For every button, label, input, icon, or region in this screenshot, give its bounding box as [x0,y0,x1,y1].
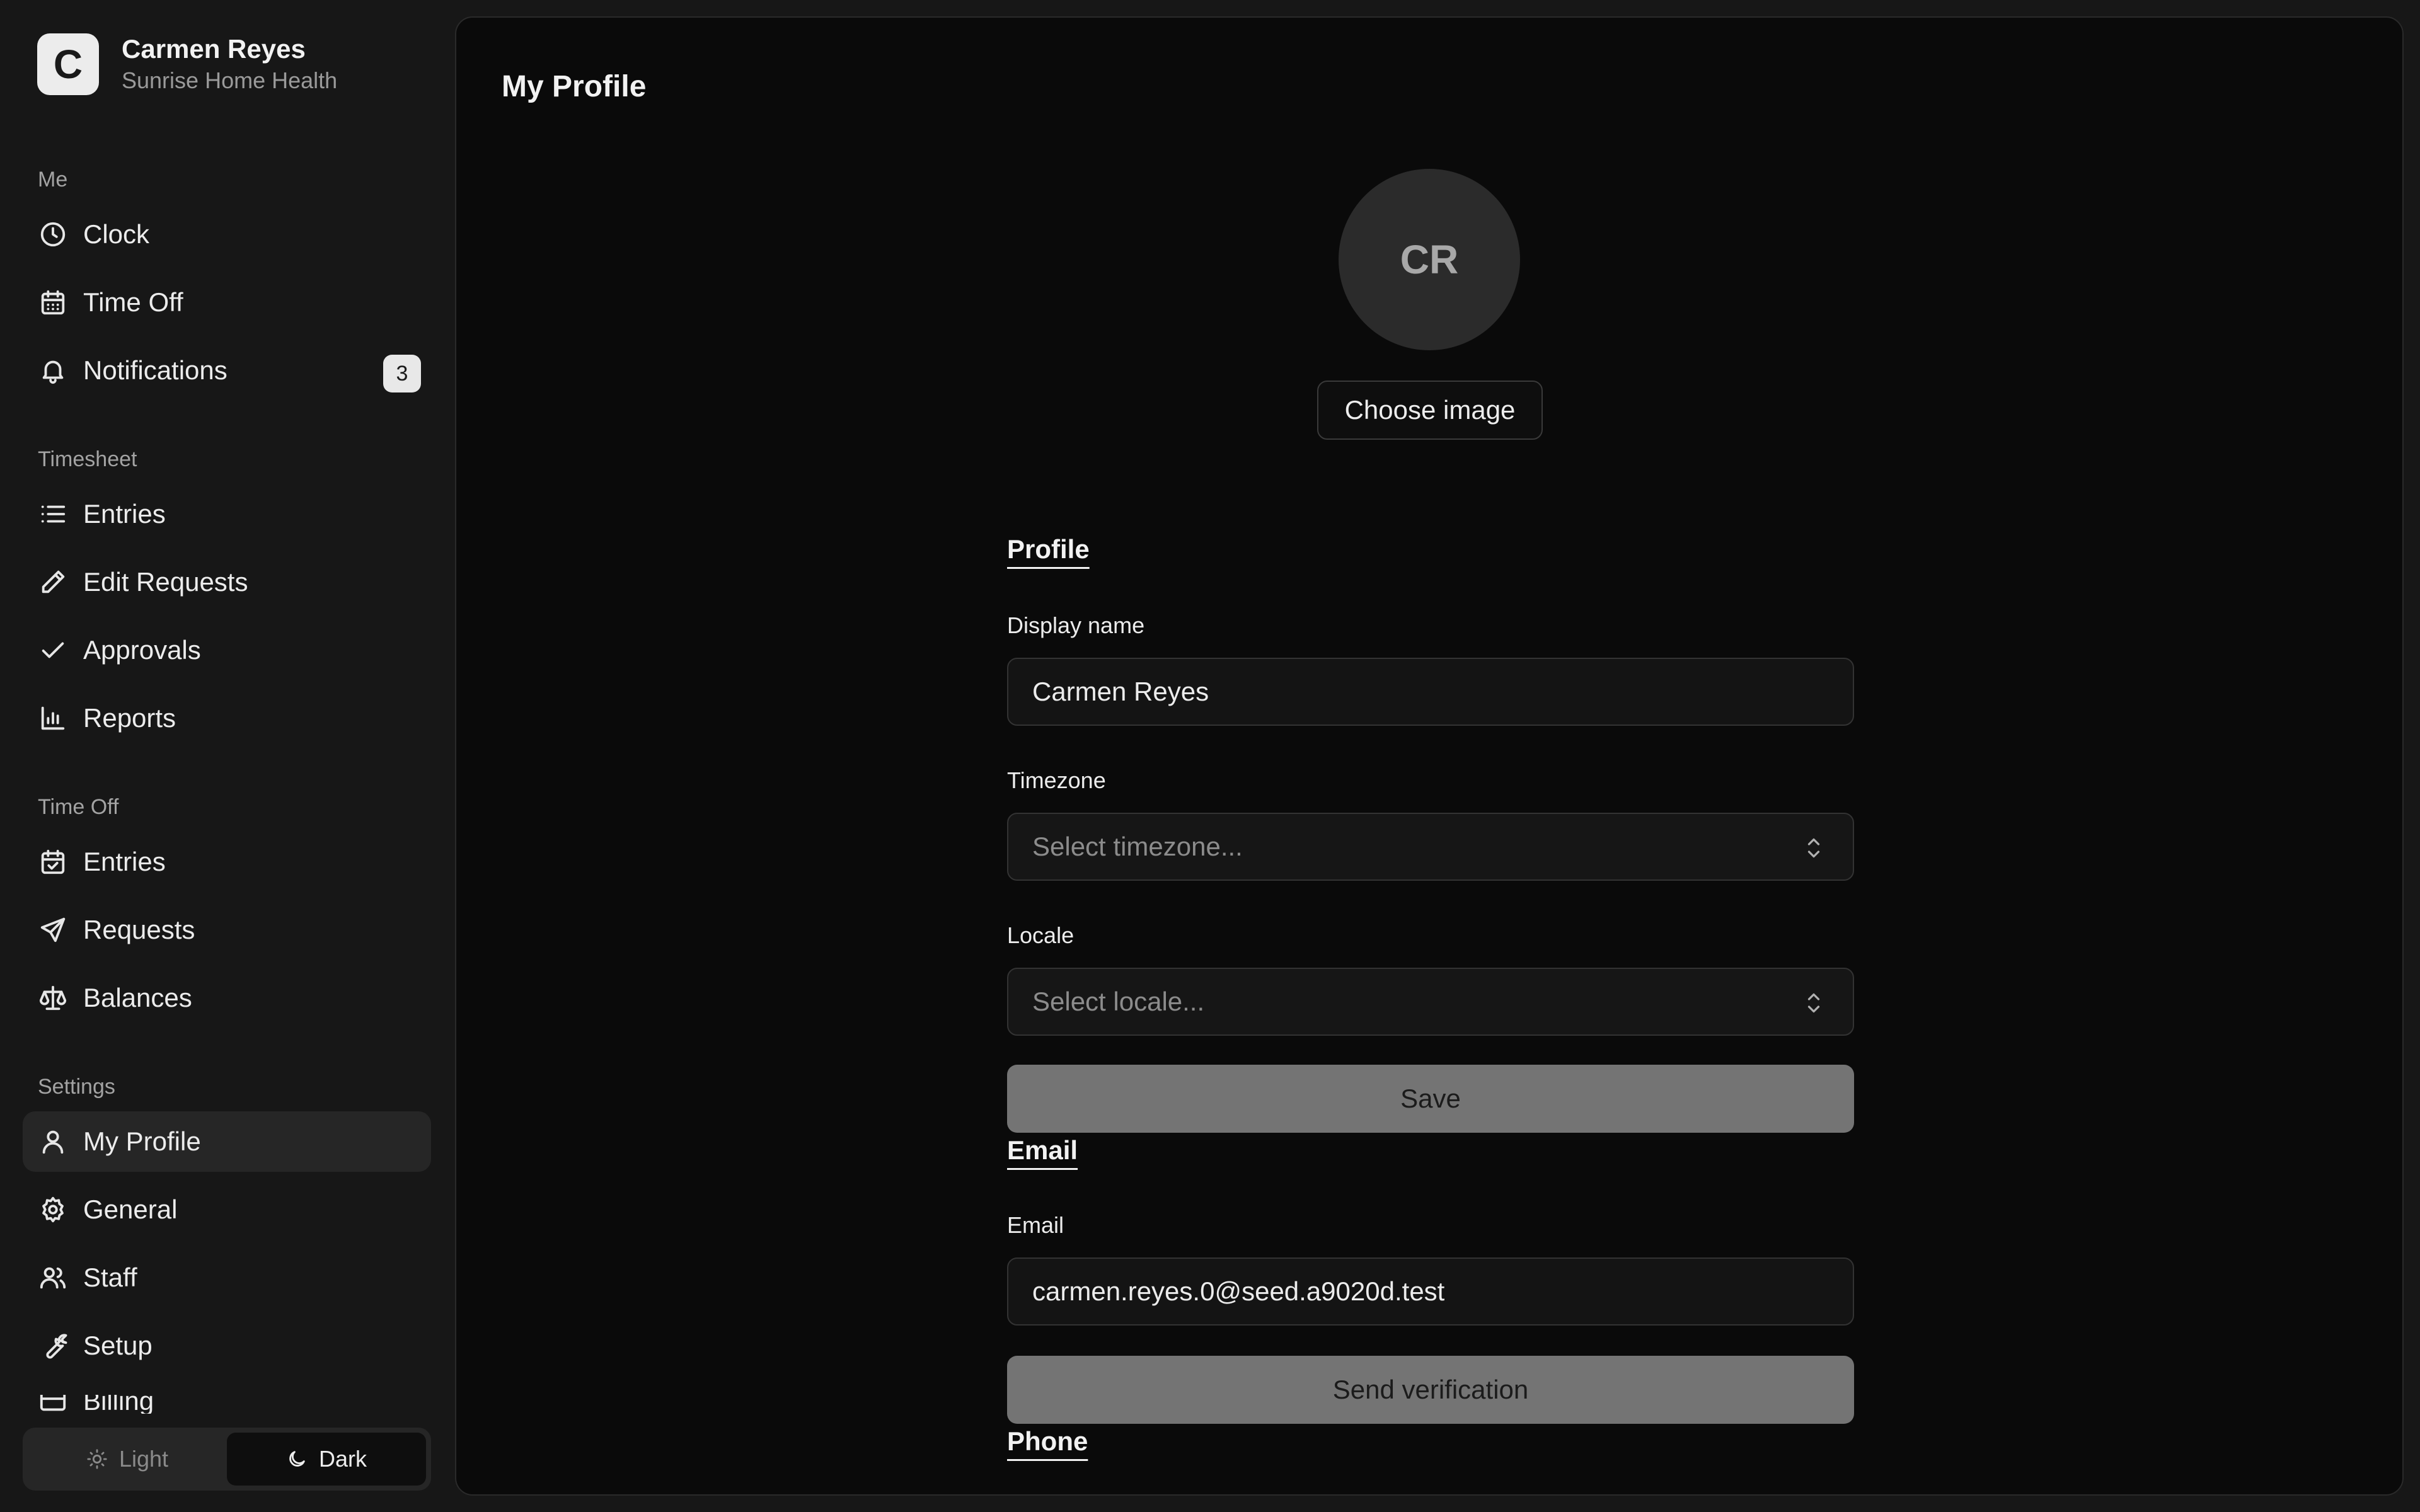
sidebar-item-label: Approvals [83,635,201,665]
organization-name: Sunrise Home Health [122,67,338,93]
sidebar-item-time-off[interactable]: Time Off [23,272,431,333]
section-title-settings: Settings [38,1075,115,1099]
sidebar-item-label: Time Off [83,287,183,317]
locale-placeholder: Select locale... [1032,987,1205,1016]
sidebar-item-label: Setup [83,1331,153,1360]
sidebar-item-setup[interactable]: Setup [23,1315,431,1376]
pencil-icon [38,567,68,597]
section-title-time-off: Time Off [38,795,119,819]
sidebar-item-my-profile[interactable]: My Profile [23,1111,431,1172]
sidebar-item-clock[interactable]: Clock [23,204,431,265]
send-icon [38,915,68,945]
theme-light-label: Light [118,1446,169,1472]
phone-section-heading: Phone [1007,1426,1088,1456]
bar-chart-icon [38,703,68,733]
sidebar-item-label: Clock [83,219,150,249]
notifications-count-badge: 3 [383,355,421,392]
sidebar-item-label: Staff [83,1263,137,1292]
section-title-me: Me [38,168,68,192]
profile-section-heading: Profile [1007,534,1090,564]
sidebar-item-edit-requests[interactable]: Edit Requests [23,552,431,612]
timezone-select[interactable]: Select timezone... [1007,813,1854,881]
theme-dark-option[interactable]: Dark [227,1433,426,1486]
wrench-icon [38,1331,68,1361]
display-name-field[interactable]: Carmen Reyes [1007,658,1854,726]
email-field[interactable]: carmen.reyes.0@seed.a9020d.test [1007,1257,1854,1326]
sidebar-scroll-clip: Billing [0,1395,455,1414]
sidebar-item-approvals[interactable]: Approvals [23,620,431,680]
timezone-placeholder: Select timezone... [1032,832,1243,861]
calendar-check-icon [38,847,68,877]
org-text: Carmen Reyes Sunrise Home Health [122,33,337,96]
email-section-heading: Email [1007,1135,1078,1165]
bell-icon [38,355,68,386]
moon-icon [289,1451,305,1467]
sidebar-item-label: Billing [83,1395,154,1414]
sidebar-item-reports[interactable]: Reports [23,688,431,748]
send-verification-button[interactable]: Send verification [1007,1356,1854,1424]
check-icon [38,635,68,665]
list-icon [38,499,68,529]
sidebar-item-time-off-entries[interactable]: Entries [23,832,431,892]
theme-dark-label: Dark [318,1446,367,1472]
sidebar-item-label: Entries [83,499,166,529]
sidebar-item-label: Requests [83,915,195,944]
save-button[interactable]: Save [1007,1065,1854,1133]
avatar: CR [1339,169,1520,350]
locale-select[interactable]: Select locale... [1007,968,1854,1036]
page-title: My Profile [502,70,647,103]
sidebar-item-label: Edit Requests [83,567,248,597]
org-logo: C [37,33,99,95]
users-icon [38,1263,68,1293]
sidebar-item-label: Balances [83,983,192,1012]
sidebar-item-balances[interactable]: Balances [23,968,431,1028]
current-user-name: Carmen Reyes [122,34,306,64]
user-icon [38,1126,68,1157]
sidebar-item-general[interactable]: General [23,1179,431,1240]
sidebar-item-label: Reports [83,703,176,733]
sidebar-item-label: Notifications [83,355,228,385]
scale-icon [38,983,68,1013]
timezone-label: Timezone [1007,767,1106,793]
gear-icon [38,1194,68,1225]
credit-card-icon [38,1395,68,1414]
calendar-icon [38,287,68,318]
sidebar-item-billing[interactable]: Billing [23,1395,431,1414]
section-title-timesheet: Timesheet [38,447,137,471]
sidebar-item-notifications[interactable]: Notifications 3 [23,340,431,401]
email-label: Email [1007,1212,1064,1238]
display-name-label: Display name [1007,612,1145,638]
locale-label: Locale [1007,922,1075,948]
theme-light-option[interactable]: Light [28,1433,227,1486]
main-panel: My Profile CR Choose image Profile Displ… [455,16,2404,1496]
theme-toggle: Light Dark [23,1428,431,1491]
sidebar-item-label: Entries [83,847,166,876]
sidebar-item-timesheet-entries[interactable]: Entries [23,484,431,544]
sun-icon [87,1449,107,1469]
chevrons-up-down-icon [1802,990,1825,1016]
sidebar: C Carmen Reyes Sunrise Home Health Me Cl… [0,0,455,1512]
choose-image-button[interactable]: Choose image [1317,381,1543,440]
sidebar-item-label: General [83,1194,178,1224]
clock-icon [38,219,68,249]
sidebar-item-label: My Profile [83,1126,201,1156]
app-root: C Carmen Reyes Sunrise Home Health Me Cl… [0,0,2420,1512]
chevrons-up-down-icon [1802,835,1825,861]
sidebar-item-staff[interactable]: Staff [23,1247,431,1308]
sidebar-item-requests[interactable]: Requests [23,900,431,960]
org-header[interactable]: C Carmen Reyes Sunrise Home Health [37,33,337,96]
